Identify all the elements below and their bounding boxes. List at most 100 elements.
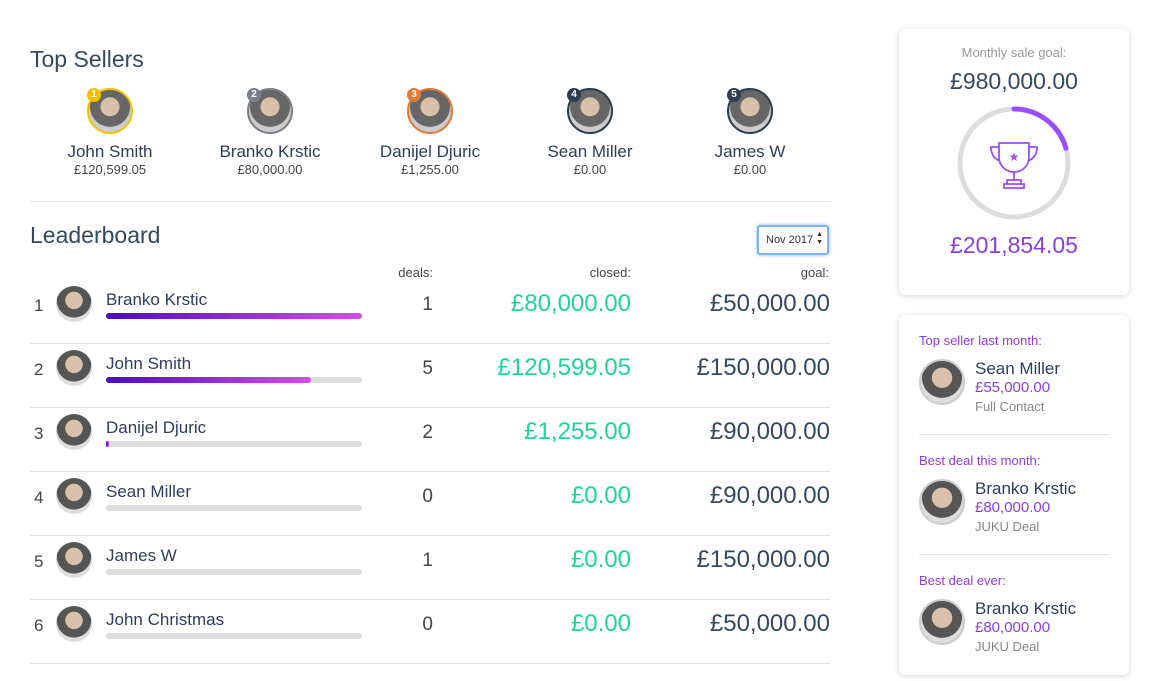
rank-badge: 4 (567, 88, 581, 102)
progress-bar (106, 633, 362, 639)
progress-bar (106, 441, 362, 447)
top-sellers-list: 1 John Smith £120,599.05 2 Branko Krstic… (30, 88, 830, 177)
rank: 4 (34, 488, 44, 507)
highlight-name: Sean Miller (975, 359, 1061, 378)
goal: £150,000.00 (696, 354, 830, 381)
divider (30, 201, 830, 202)
goal-label: Monthly sale goal: (961, 45, 1067, 60)
rank: 6 (34, 616, 44, 635)
seller-amount: £120,599.05 (73, 162, 147, 177)
leaderboard-title: Leaderboard (30, 222, 161, 248)
highlight-amount: £80,000.00 (975, 619, 1051, 636)
seller-amount: £1,255.00 (401, 162, 459, 177)
table-row[interactable]: 5 James W 1 £0.00 £150,000.00 (30, 536, 830, 600)
avatar (56, 350, 92, 386)
svg-text:★: ★ (1009, 150, 1020, 164)
highlight-amount: £55,000.00 (975, 379, 1051, 396)
table-row[interactable]: 4 Sean Miller 0 £0.00 £90,000.00 (30, 472, 830, 536)
seller-name: John Smith (67, 142, 153, 161)
goal: £50,000.00 (709, 290, 830, 317)
table-row[interactable]: 6 John Christmas 0 £0.00 £50,000.00 (30, 600, 830, 664)
seller-amount: £0.00 (573, 162, 607, 177)
deals: 2 (422, 422, 433, 443)
top-seller[interactable]: 5 James W £0.00 (670, 88, 830, 177)
seller-name: Danijel Djuric (379, 142, 481, 161)
select-arrows-icon: ▲ ▼ (816, 231, 823, 246)
period-value: Nov 2017 (766, 234, 814, 246)
progress-fill (106, 377, 311, 383)
deals: 1 (422, 294, 433, 315)
highlights-card: Top seller last month: Sean Miller £55,0… (899, 315, 1129, 675)
highlight-label: Best deal this month: (919, 453, 1041, 468)
rank: 2 (34, 360, 44, 379)
avatar (919, 599, 965, 645)
progress-fill (106, 313, 362, 319)
highlight-deal: JUKU Deal (975, 519, 1040, 534)
progress-fill (106, 441, 109, 447)
progress-bar (106, 377, 362, 383)
progress-bar (106, 569, 362, 575)
highlight-name: Branko Krstic (975, 599, 1077, 618)
closed-header: closed: (589, 265, 631, 280)
seller-name: Branko Krstic (106, 290, 208, 309)
avatar (919, 479, 965, 525)
deals: 5 (422, 358, 433, 379)
closed: £1,255.00 (524, 418, 631, 445)
highlight-name: Branko Krstic (975, 479, 1077, 498)
seller-name: John Smith (106, 354, 192, 373)
trophy-icon: ★ (990, 142, 1038, 189)
highlight-item: Top seller last month: Sean Miller £55,0… (919, 315, 1109, 435)
top-seller[interactable]: 4 Sean Miller £0.00 (510, 88, 670, 177)
deals: 0 (422, 486, 433, 507)
top-seller[interactable]: 2 Branko Krstic £80,000.00 (190, 88, 350, 177)
monthly-goal-card: Monthly sale goal: £980,000.00 ★ £201,85… (899, 29, 1129, 295)
avatar (56, 414, 92, 450)
closed: £0.00 (570, 610, 631, 637)
top-seller[interactable]: 3 Danijel Djuric £1,255.00 (350, 88, 510, 177)
closed: £80,000.00 (510, 290, 631, 317)
avatar (56, 478, 92, 514)
rank: 5 (34, 552, 44, 571)
seller-amount: £0.00 (733, 162, 767, 177)
progress-bar (106, 505, 362, 511)
seller-amount: £80,000.00 (237, 162, 303, 177)
seller-name: Sean Miller (106, 482, 192, 501)
closed: £120,599.05 (497, 354, 631, 381)
top-seller[interactable]: 1 John Smith £120,599.05 (30, 88, 190, 177)
goal: £50,000.00 (709, 610, 830, 637)
deals: 0 (422, 614, 433, 635)
highlight-deal: JUKU Deal (975, 639, 1040, 654)
rank-badge: 2 (247, 88, 261, 102)
highlight-item: Best deal ever: Branko Krstic £80,000.00… (919, 555, 1109, 675)
avatar (919, 359, 965, 405)
highlight-amount: £80,000.00 (975, 499, 1051, 516)
highlight-item: Best deal this month: Branko Krstic £80,… (919, 435, 1109, 555)
deals: 1 (422, 550, 433, 571)
seller-name: John Christmas (106, 610, 225, 629)
progress-bar (106, 313, 362, 319)
goal-header: goal: (800, 265, 829, 280)
closed: £0.00 (570, 546, 631, 573)
rank: 3 (34, 424, 44, 443)
table-row[interactable]: 3 Danijel Djuric 2 £1,255.00 £90,000.00 (30, 408, 830, 472)
avatar (56, 286, 92, 322)
highlight-deal: Full Contact (975, 399, 1045, 414)
goal: £90,000.00 (709, 482, 830, 509)
goal-amount: £980,000.00 (950, 68, 1078, 94)
deals-header: deals: (398, 265, 433, 280)
goal-progress-ring: ★ (957, 106, 1071, 220)
table-row[interactable]: 1 Branko Krstic 1 £80,000.00 £50,000.00 (30, 280, 830, 344)
table-row[interactable]: 2 John Smith 5 £120,599.05 £150,000.00 (30, 344, 830, 408)
period-select[interactable]: Nov 2017 ▲ ▼ (757, 225, 829, 255)
highlight-label: Top seller last month: (919, 333, 1042, 348)
seller-name: Danijel Djuric (106, 418, 207, 437)
avatar (56, 542, 92, 578)
achieved-amount: £201,854.05 (950, 232, 1078, 258)
seller-name: James W (714, 142, 786, 161)
highlight-label: Best deal ever: (919, 573, 1006, 588)
seller-name: Sean Miller (547, 142, 633, 161)
goal: £150,000.00 (696, 546, 830, 573)
top-sellers-title: Top Sellers (30, 46, 144, 72)
rank-badge: 1 (87, 88, 101, 102)
seller-name: Branko Krstic (219, 142, 321, 161)
